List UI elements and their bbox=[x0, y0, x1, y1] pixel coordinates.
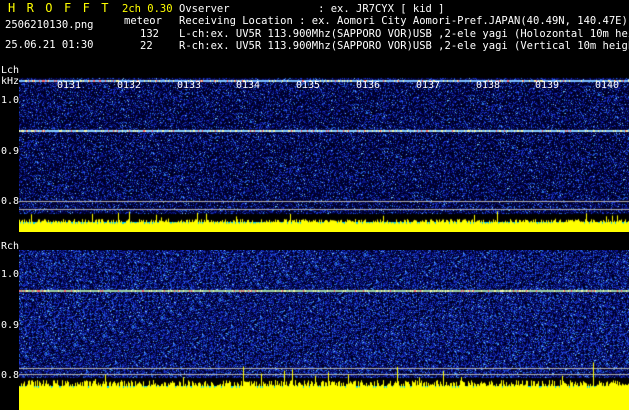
lch-info-text: L-ch:ex. UV5R 113.900Mhz(SAPPORO VOR)USB… bbox=[179, 28, 629, 40]
location-text: Receiving Location : ex. Aomori City Aom… bbox=[179, 15, 628, 27]
lch-ytick-0-8: 0.8 bbox=[1, 196, 20, 207]
time-mark-0131: 0131 bbox=[57, 80, 82, 91]
lch-label: Lch bbox=[1, 65, 20, 76]
app-logo: H R O F F T bbox=[8, 1, 111, 15]
timestamp: 25.06.21 01:30 bbox=[5, 39, 94, 51]
meteor-label: meteor bbox=[124, 15, 162, 27]
lch-ytick-1-0: 1.0 bbox=[1, 95, 20, 106]
rch-ytick-0-9: 0.9 bbox=[1, 320, 20, 331]
time-mark-0138: 0138 bbox=[476, 80, 501, 91]
meteor-count-left: 132 bbox=[140, 28, 159, 40]
time-mark-0135: 0135 bbox=[296, 80, 321, 91]
file-name: 2506210130.png bbox=[5, 19, 94, 31]
time-mark-0139: 0139 bbox=[535, 80, 560, 91]
rch-label: Rch bbox=[1, 241, 20, 252]
lch-ytick-0-9: 0.9 bbox=[1, 146, 20, 157]
time-mark-0140: 0140 bbox=[595, 80, 620, 91]
mode-label: 2ch 0.30 bbox=[122, 3, 173, 15]
observer-text: Ovserver : ex. JR7CYX [ kid ] bbox=[179, 3, 445, 15]
time-mark-0132: 0132 bbox=[117, 80, 142, 91]
rch-ytick-0-8: 0.8 bbox=[1, 370, 20, 381]
lch-unit-label: kHz bbox=[1, 76, 20, 87]
time-mark-0133: 0133 bbox=[177, 80, 202, 91]
time-mark-0136: 0136 bbox=[356, 80, 381, 91]
rch-spectrogram bbox=[19, 250, 629, 410]
rch-info-text: R-ch:ex. UV5R 113.900Mhz(SAPPORO VOR)USB… bbox=[179, 40, 629, 52]
rch-ytick-1-0: 1.0 bbox=[1, 269, 20, 280]
time-mark-0134: 0134 bbox=[236, 80, 261, 91]
time-mark-0137: 0137 bbox=[416, 80, 441, 91]
meteor-count-right: 22 bbox=[140, 40, 153, 52]
